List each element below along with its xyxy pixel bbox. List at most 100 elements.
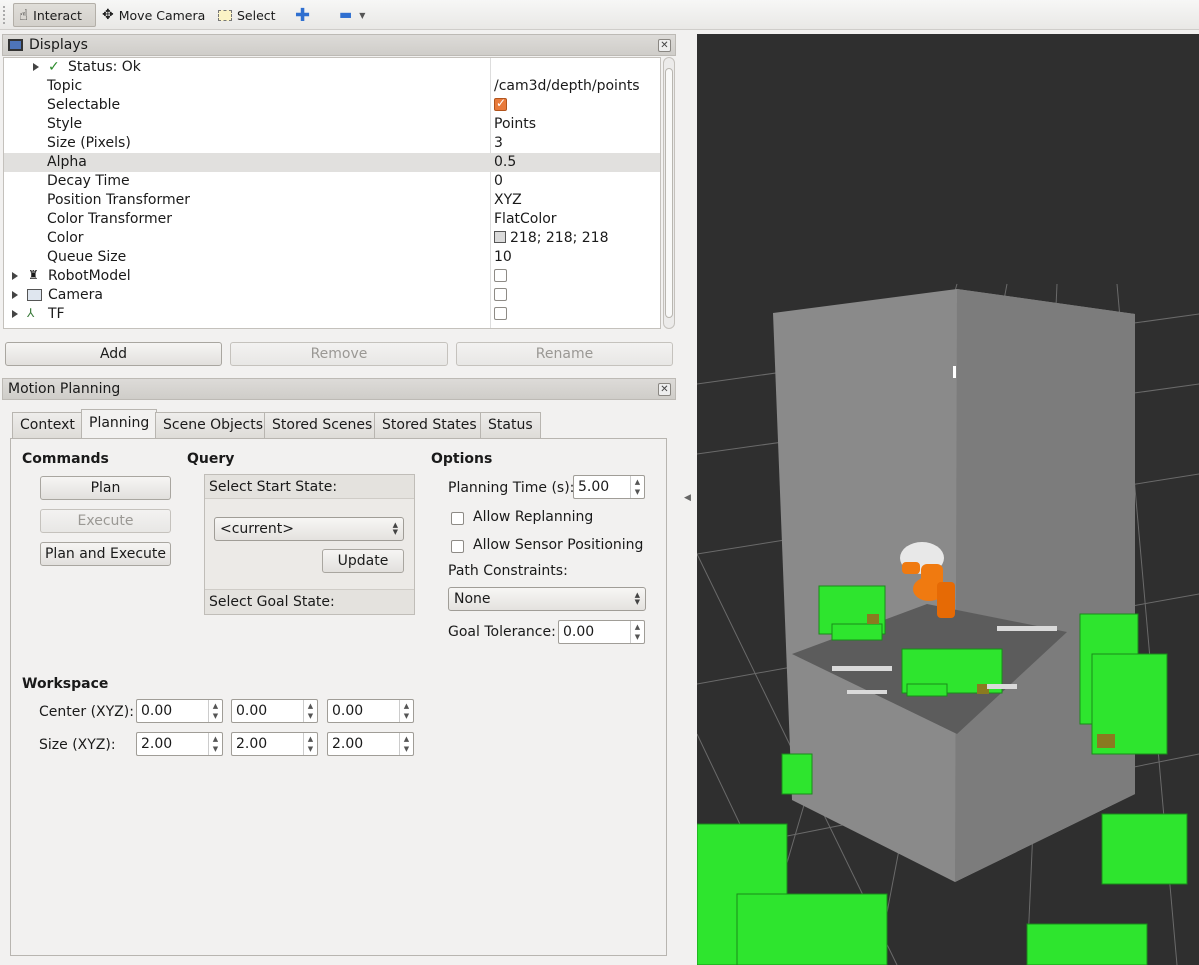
robot-arm-icon: ♜ — [28, 268, 39, 282]
displays-tree[interactable]: ✓ Status: Ok Topic /cam3d/depth/points S… — [3, 57, 661, 329]
tf-axes-icon: ⅄ — [27, 306, 35, 320]
move-camera-tool-button[interactable]: ✥ Move Camera — [97, 3, 210, 27]
expand-arrow-icon[interactable] — [12, 310, 18, 318]
tf-checkbox[interactable] — [494, 306, 507, 322]
tab-planning[interactable]: Planning — [81, 409, 158, 439]
size-xyz-label: Size (XYZ): — [39, 737, 116, 753]
move-camera-label: Move Camera — [118, 7, 206, 23]
tab-stored-states[interactable]: Stored States — [374, 412, 485, 438]
monitor-icon — [8, 39, 23, 51]
execute-button[interactable]: Execute — [40, 509, 171, 533]
workspace-box-side — [955, 289, 1135, 882]
interact-tool-button[interactable]: ☝ Interact — [13, 3, 96, 27]
add-tool-plus-icon[interactable]: ✚ — [290, 3, 315, 27]
tree-row-status[interactable]: ✓ Status: Ok — [4, 58, 660, 77]
stepper-arrows-icon[interactable]: ▲ ▼ — [399, 700, 413, 722]
stepper-arrows-icon[interactable]: ▲ ▼ — [630, 476, 644, 498]
expand-arrow-icon[interactable] — [33, 63, 39, 71]
allow-replanning-checkbox[interactable] — [451, 511, 464, 527]
color-value[interactable]: 218; 218; 218 — [494, 230, 609, 246]
tree-row-color[interactable]: Color 218; 218; 218 — [4, 229, 660, 248]
displays-panel-header: Displays ✕ — [2, 34, 676, 56]
camera-checkbox[interactable] — [494, 287, 507, 303]
select-goal-state-label: Select Goal State: — [209, 594, 335, 610]
tree-row-alpha[interactable]: Alpha 0.5 — [4, 153, 660, 172]
tree-row-value: 218; 218; 218 — [510, 230, 609, 246]
tree-row-topic[interactable]: Topic /cam3d/depth/points — [4, 77, 660, 96]
tree-scrollbar[interactable] — [663, 57, 675, 329]
expand-arrow-icon[interactable] — [12, 291, 18, 299]
tree-row-value[interactable]: FlatColor — [494, 211, 557, 227]
tree-row-label: Selectable — [47, 97, 121, 113]
center-y-stepper[interactable]: 0.00 ▲ ▼ — [231, 699, 318, 723]
size-x-stepper[interactable]: 2.00 ▲ ▼ — [136, 732, 223, 756]
stepper-arrows-icon[interactable]: ▲ ▼ — [208, 733, 222, 755]
tree-row-label: Topic — [47, 78, 83, 94]
tree-row-value[interactable]: 3 — [494, 135, 503, 151]
expand-arrow-icon[interactable] — [12, 272, 18, 280]
move-arrows-icon: ✥ — [102, 7, 114, 23]
tree-row-size[interactable]: Size (Pixels) 3 — [4, 134, 660, 153]
stepper-arrows-icon[interactable]: ▲ ▼ — [303, 700, 317, 722]
center-xyz-label: Center (XYZ): — [39, 704, 134, 720]
goal-tolerance-label: Goal Tolerance: — [448, 624, 556, 640]
tree-row-position-transformer[interactable]: Position Transformer XYZ — [4, 191, 660, 210]
planning-time-stepper[interactable]: 5.00 ▲ ▼ — [573, 475, 645, 499]
tree-row-value[interactable]: Points — [494, 116, 536, 132]
tree-row-style[interactable]: Style Points — [4, 115, 660, 134]
tree-row-value[interactable]: /cam3d/depth/points — [494, 78, 640, 94]
update-button[interactable]: Update — [322, 549, 404, 573]
tree-row-label: Style — [47, 116, 83, 132]
checkmark-icon: ✓ — [48, 59, 60, 75]
3d-viewport[interactable] — [697, 34, 1199, 965]
tree-row-color-transformer[interactable]: Color Transformer FlatColor — [4, 210, 660, 229]
close-icon[interactable]: ✕ — [658, 383, 671, 396]
collapse-splitter-icon[interactable]: ◀ — [684, 493, 691, 503]
tree-row-queue-size[interactable]: Queue Size 10 — [4, 248, 660, 267]
size-z-stepper[interactable]: 2.00 ▲ ▼ — [327, 732, 414, 756]
add-display-button[interactable]: Add — [5, 342, 222, 366]
remove-display-button[interactable]: Remove — [230, 342, 448, 366]
stepper-arrows-icon[interactable]: ▲ ▼ — [208, 700, 222, 722]
start-state-combo[interactable]: <current> ▲ ▼ — [214, 517, 404, 541]
center-x-stepper[interactable]: 0.00 ▲ ▼ — [136, 699, 223, 723]
close-icon[interactable]: ✕ — [658, 39, 671, 52]
selectable-checkbox[interactable]: ✓ — [494, 96, 507, 113]
center-z-stepper[interactable]: 0.00 ▲ ▼ — [327, 699, 414, 723]
robotmodel-checkbox[interactable] — [494, 268, 507, 284]
tree-row-label: Queue Size — [47, 249, 127, 265]
tree-row-value[interactable]: 0 — [494, 173, 503, 189]
tree-row-robotmodel[interactable]: ♜ RobotModel — [4, 267, 660, 286]
allow-sensor-positioning-checkbox[interactable] — [451, 539, 464, 555]
tree-row-tf[interactable]: ⅄ TF — [4, 305, 660, 324]
tree-row-value[interactable]: XYZ — [494, 192, 522, 208]
tree-row-value[interactable]: 10 — [494, 249, 512, 265]
scrollbar-thumb[interactable] — [665, 68, 673, 318]
tree-row-label: Color — [47, 230, 84, 246]
tab-status[interactable]: Status — [480, 412, 541, 438]
stepper-arrows-icon[interactable]: ▲ ▼ — [630, 621, 644, 643]
plan-and-execute-button[interactable]: Plan and Execute — [40, 542, 171, 566]
toolbar-grip[interactable] — [3, 6, 7, 24]
tab-scene-objects[interactable]: Scene Objects — [155, 412, 272, 438]
remove-tool-minus-icon[interactable]: ▬ ▼ — [334, 3, 370, 27]
select-rectangle-icon — [218, 9, 232, 21]
tree-row-camera[interactable]: Camera — [4, 286, 660, 305]
tree-row-value[interactable]: 0.5 — [494, 154, 516, 170]
tab-stored-scenes[interactable]: Stored Scenes — [264, 412, 381, 438]
select-tool-button[interactable]: Select — [213, 3, 281, 27]
scene-render — [697, 283, 1199, 965]
displays-title: Displays — [29, 37, 88, 53]
tab-context[interactable]: Context — [12, 412, 83, 438]
tree-row-decay-time[interactable]: Decay Time 0 — [4, 172, 660, 191]
rename-display-button[interactable]: Rename — [456, 342, 673, 366]
plan-button[interactable]: Plan — [40, 476, 171, 500]
path-constraints-combo[interactable]: None ▲ ▼ — [448, 587, 646, 611]
workspace-heading: Workspace — [22, 676, 109, 692]
goal-tolerance-stepper[interactable]: 0.00 ▲ ▼ — [558, 620, 645, 644]
size-y-stepper[interactable]: 2.00 ▲ ▼ — [231, 732, 318, 756]
center-x-value: 0.00 — [141, 703, 173, 719]
tree-row-selectable[interactable]: Selectable ✓ — [4, 96, 660, 115]
stepper-arrows-icon[interactable]: ▲ ▼ — [303, 733, 317, 755]
stepper-arrows-icon[interactable]: ▲ ▼ — [399, 733, 413, 755]
